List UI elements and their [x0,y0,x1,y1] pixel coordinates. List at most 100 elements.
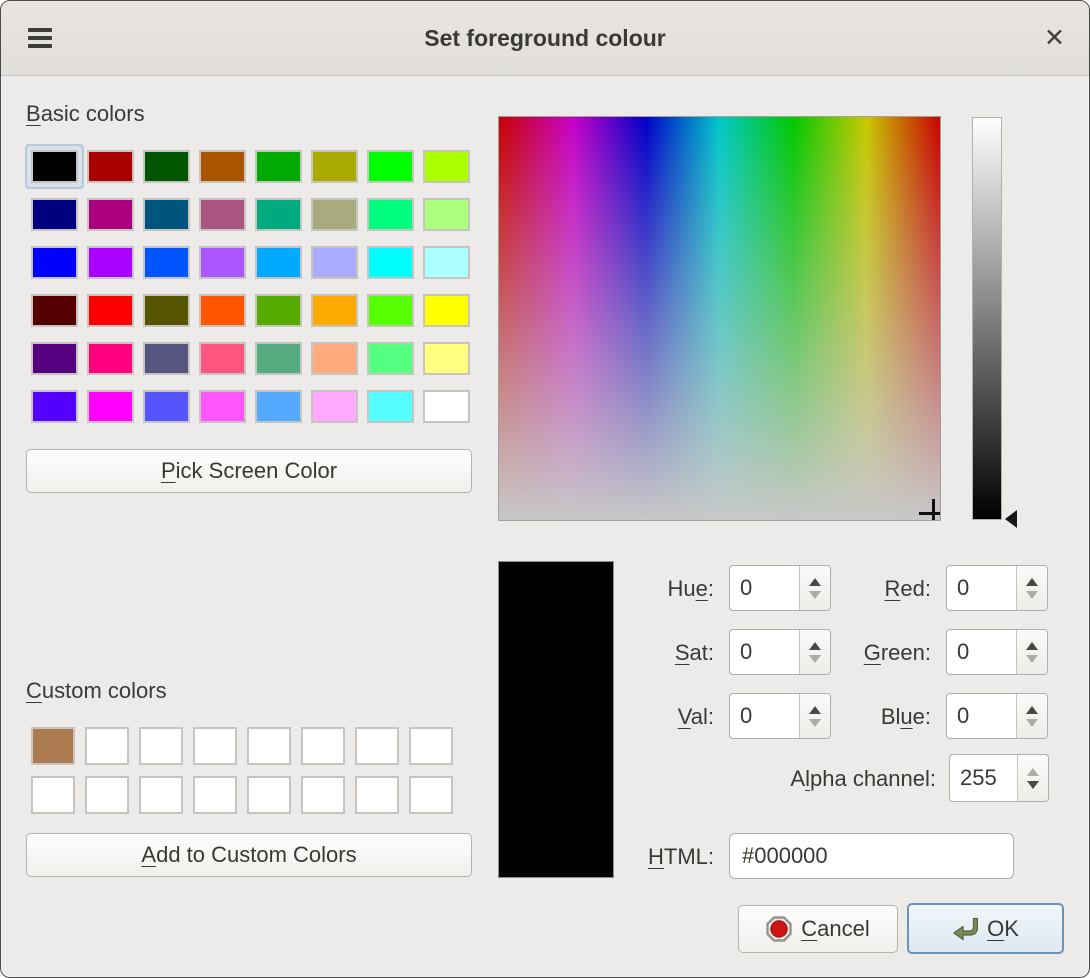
red-spinbox[interactable]: 0 [946,565,1048,611]
color-swatch[interactable] [247,776,291,814]
color-swatch[interactable] [367,150,414,183]
color-swatch[interactable] [199,150,246,183]
color-swatch[interactable] [31,198,78,231]
close-icon[interactable]: ✕ [1044,1,1065,75]
pick-screen-color-button[interactable]: Pick Screen Color [26,449,472,493]
color-swatch[interactable] [31,246,78,279]
color-swatch[interactable] [255,198,302,231]
red-label: Red: [771,576,931,602]
spin-up-icon[interactable] [1027,768,1039,776]
color-swatch[interactable] [31,727,75,765]
color-swatch[interactable] [199,342,246,375]
html-color-input[interactable] [729,833,1014,879]
color-swatch[interactable] [355,727,399,765]
color-swatch[interactable] [199,246,246,279]
stop-octagon-icon [766,916,792,942]
color-swatch[interactable] [367,246,414,279]
color-swatch[interactable] [85,776,129,814]
color-swatch[interactable] [255,246,302,279]
color-swatch[interactable] [31,776,75,814]
color-swatch[interactable] [143,342,190,375]
color-swatch[interactable] [255,342,302,375]
color-swatch[interactable] [87,246,134,279]
color-swatch[interactable] [367,198,414,231]
sat-label: Sat: [541,640,714,666]
color-swatch[interactable] [311,294,358,327]
custom-colors-grid [31,727,453,814]
custom-colors-label: Custom colors [26,678,167,704]
color-swatch[interactable] [143,246,190,279]
color-swatch[interactable] [311,390,358,423]
color-swatch[interactable] [199,198,246,231]
cancel-button[interactable]: Cancel [738,905,898,953]
spin-down-icon[interactable] [1026,655,1038,663]
color-swatch[interactable] [255,294,302,327]
color-swatch[interactable] [87,150,134,183]
spin-up-icon[interactable] [1026,642,1038,650]
color-swatch[interactable] [193,776,237,814]
color-swatch[interactable] [87,390,134,423]
color-swatch[interactable] [193,727,237,765]
color-swatch[interactable] [199,390,246,423]
color-swatch[interactable] [85,727,129,765]
alpha-spinbox[interactable]: 255 [949,754,1049,802]
color-swatch[interactable] [31,390,78,423]
color-swatch[interactable] [143,150,190,183]
color-swatch[interactable] [423,198,470,231]
color-swatch[interactable] [199,294,246,327]
add-to-custom-colors-button[interactable]: Add to Custom Colors [26,833,472,877]
color-swatch[interactable] [87,342,134,375]
color-swatch[interactable] [143,390,190,423]
color-swatch[interactable] [255,390,302,423]
color-swatch[interactable] [301,776,345,814]
color-swatch[interactable] [367,390,414,423]
color-swatch[interactable] [423,150,470,183]
spin-up-icon[interactable] [1026,706,1038,714]
blue-label: Blue: [771,704,931,730]
color-swatch[interactable] [139,727,183,765]
color-swatch[interactable] [247,727,291,765]
color-swatch[interactable] [367,294,414,327]
color-swatch[interactable] [423,390,470,423]
alpha-channel-label: Alpha channel: [641,766,936,792]
spin-down-icon[interactable] [1027,781,1039,789]
color-swatch[interactable] [311,198,358,231]
value-slider-handle[interactable] [1005,510,1017,528]
blue-spinbox[interactable]: 0 [946,693,1048,739]
red-spin-buttons[interactable] [1016,566,1047,610]
window-title: Set foreground colour [1,1,1089,75]
spin-up-icon[interactable] [1026,578,1038,586]
basic-colors-grid [31,150,470,423]
color-swatch[interactable] [31,150,78,183]
title-bar: Set foreground colour ✕ [1,1,1089,76]
color-swatch[interactable] [409,727,453,765]
color-swatch[interactable] [301,727,345,765]
color-swatch[interactable] [143,294,190,327]
green-spin-buttons[interactable] [1016,630,1047,674]
color-swatch[interactable] [311,150,358,183]
color-swatch[interactable] [87,198,134,231]
color-swatch[interactable] [87,294,134,327]
color-swatch[interactable] [355,776,399,814]
color-swatch[interactable] [311,342,358,375]
color-swatch[interactable] [367,342,414,375]
color-swatch[interactable] [409,776,453,814]
hue-saturation-picker[interactable] [498,116,941,521]
color-swatch[interactable] [255,150,302,183]
color-swatch[interactable] [423,294,470,327]
color-swatch[interactable] [423,246,470,279]
blue-spin-buttons[interactable] [1016,694,1047,738]
color-swatch[interactable] [143,198,190,231]
alpha-spin-buttons[interactable] [1017,755,1048,801]
color-swatch[interactable] [311,246,358,279]
ok-button[interactable]: OK [907,903,1064,954]
color-swatch[interactable] [139,776,183,814]
spin-down-icon[interactable] [1026,591,1038,599]
spin-down-icon[interactable] [1026,719,1038,727]
color-dialog-window: Set foreground colour ✕ Basic colors Pic… [0,0,1090,978]
green-spinbox[interactable]: 0 [946,629,1048,675]
color-swatch[interactable] [31,342,78,375]
color-swatch[interactable] [31,294,78,327]
color-swatch[interactable] [423,342,470,375]
value-slider[interactable] [972,117,1002,520]
